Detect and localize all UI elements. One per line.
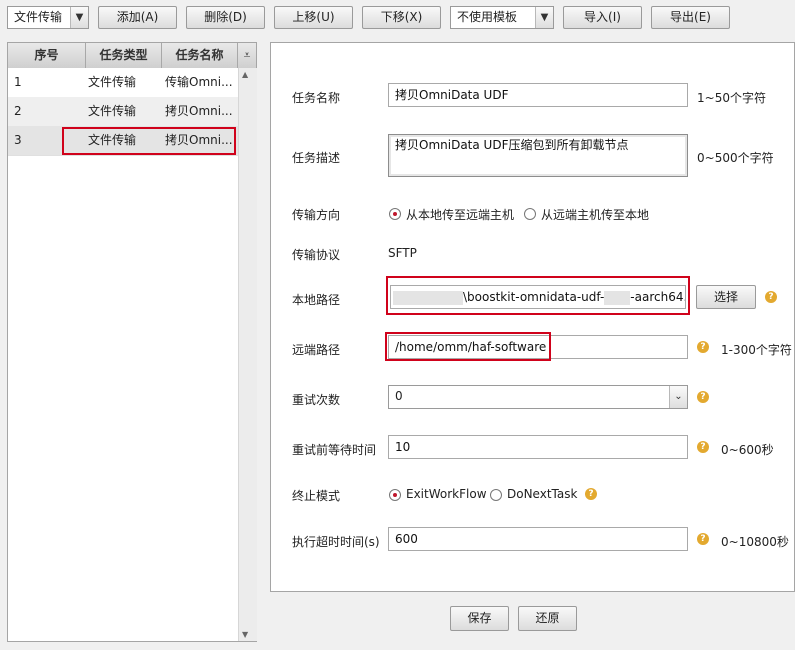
local-path-label: 本地路径 bbox=[292, 293, 341, 307]
task-type-select[interactable]: 文件传输 ▼ bbox=[7, 6, 89, 29]
timeout-label: 执行超时时间(s) bbox=[292, 535, 380, 549]
column-header-type[interactable]: 任务类型 bbox=[86, 43, 162, 68]
save-button[interactable]: 保存 bbox=[450, 606, 509, 631]
column-menu-icon[interactable]: ⩡ bbox=[238, 43, 256, 68]
help-icon[interactable]: ? bbox=[585, 488, 597, 500]
column-header-no[interactable]: 序号 bbox=[8, 43, 86, 68]
help-icon[interactable]: ? bbox=[697, 533, 709, 545]
retry-count-label: 重试次数 bbox=[292, 393, 341, 407]
list-scrollbar[interactable]: ▲ ▼ bbox=[238, 68, 257, 641]
task-desc-label: 任务描述 bbox=[292, 151, 341, 165]
task-name-label: 任务名称 bbox=[292, 91, 341, 105]
remote-path-hint: 1-300个字符 bbox=[721, 343, 792, 357]
protocol-label: 传输协议 bbox=[292, 248, 341, 262]
stop-mode-radio-exit[interactable] bbox=[389, 489, 401, 501]
row-type: 文件传输 bbox=[88, 75, 137, 89]
move-up-button[interactable]: 上移(U) bbox=[274, 6, 353, 29]
timeout-hint: 0~10800秒 bbox=[721, 535, 789, 549]
retry-wait-label: 重试前等待时间 bbox=[292, 443, 377, 457]
task-name-input[interactable]: 拷贝OmniData UDF bbox=[388, 83, 688, 107]
row-type: 文件传输 bbox=[88, 104, 137, 118]
row-no: 3 bbox=[14, 133, 22, 147]
move-down-button[interactable]: 下移(X) bbox=[362, 6, 441, 29]
table-row[interactable]: 1 文件传输 传输Omni... bbox=[8, 68, 238, 98]
chevron-down-icon[interactable]: ▼ bbox=[535, 7, 553, 28]
remote-path-label: 远端路径 bbox=[292, 343, 341, 357]
retry-count-select[interactable]: 0 ⌄ bbox=[388, 385, 688, 409]
help-icon[interactable]: ? bbox=[765, 291, 777, 303]
scroll-down-icon[interactable]: ▼ bbox=[242, 630, 248, 639]
task-name-hint: 1~50个字符 bbox=[697, 91, 766, 105]
direction-radio-remote-to-local[interactable] bbox=[524, 208, 536, 220]
scroll-up-icon[interactable]: ▲ bbox=[242, 70, 248, 79]
help-icon[interactable]: ? bbox=[697, 441, 709, 453]
chevron-down-icon[interactable]: ⌄ bbox=[669, 386, 687, 408]
delete-button[interactable]: 删除(D) bbox=[186, 6, 265, 29]
task-list-panel: 序号 任务类型 任务名称 ⩡ 1 文件传输 传输Omni... 2 文件传输 拷… bbox=[7, 42, 257, 642]
row-name: 拷贝Omni... bbox=[165, 104, 233, 118]
stop-mode-label: 终止模式 bbox=[292, 489, 341, 503]
table-row[interactable]: 2 文件传输 拷贝Omni... bbox=[8, 97, 238, 127]
add-button[interactable]: 添加(A) bbox=[98, 6, 177, 29]
template-select[interactable]: 不使用模板 ▼ bbox=[450, 6, 554, 29]
restore-button[interactable]: 还原 bbox=[518, 606, 577, 631]
chevron-down-icon[interactable]: ▼ bbox=[70, 7, 88, 28]
stop-mode-radio-next[interactable] bbox=[490, 489, 502, 501]
row-name: 传输Omni... bbox=[165, 75, 233, 89]
task-desc-hint: 0~500个字符 bbox=[697, 151, 774, 165]
protocol-value: SFTP bbox=[388, 246, 417, 260]
template-select-value: 不使用模板 bbox=[457, 10, 518, 24]
retry-count-value: 0 bbox=[395, 389, 403, 403]
help-icon[interactable]: ? bbox=[697, 391, 709, 403]
row-no: 2 bbox=[14, 104, 22, 118]
column-header-name[interactable]: 任务名称 bbox=[162, 43, 238, 68]
remote-path-highlight bbox=[385, 332, 551, 361]
retry-wait-input[interactable]: 10 bbox=[388, 435, 688, 459]
selected-row-highlight bbox=[62, 127, 236, 155]
direction-option2-label[interactable]: 从远端主机传至本地 bbox=[541, 206, 649, 223]
help-icon[interactable]: ? bbox=[697, 341, 709, 353]
retry-wait-hint: 0~600秒 bbox=[721, 443, 774, 457]
choose-file-button[interactable]: 选择 bbox=[696, 285, 756, 309]
stop-option2-label[interactable]: DoNextTask bbox=[507, 487, 577, 501]
local-path-highlight bbox=[386, 276, 690, 315]
import-button[interactable]: 导入(I) bbox=[563, 6, 642, 29]
task-type-select-value: 文件传输 bbox=[14, 10, 63, 24]
direction-label: 传输方向 bbox=[292, 208, 341, 222]
timeout-input[interactable]: 600 bbox=[388, 527, 688, 551]
task-desc-textarea[interactable]: 拷贝OmniData UDF压缩包到所有卸载节点 bbox=[388, 134, 688, 177]
export-button[interactable]: 导出(E) bbox=[651, 6, 730, 29]
row-no: 1 bbox=[14, 75, 22, 89]
direction-radio-local-to-remote[interactable] bbox=[389, 208, 401, 220]
direction-option1-label[interactable]: 从本地传至远端主机 bbox=[406, 206, 514, 223]
stop-option1-label[interactable]: ExitWorkFlow bbox=[406, 487, 487, 501]
task-detail-form: 任务名称 拷贝OmniData UDF 1~50个字符 任务描述 拷贝OmniD… bbox=[270, 42, 795, 592]
